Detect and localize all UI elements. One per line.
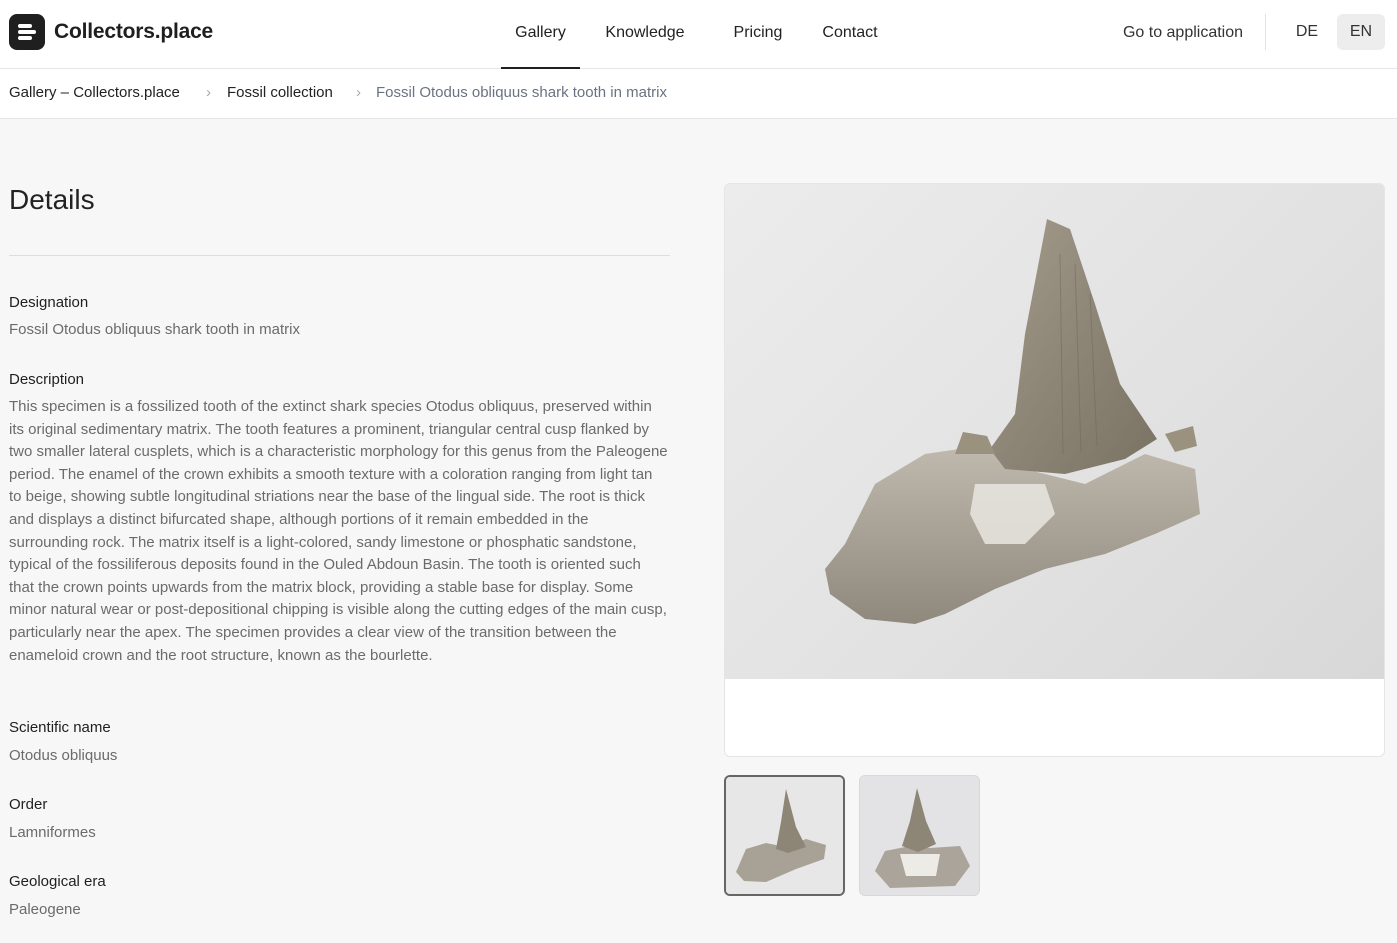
- top-header: Collectors.place Gallery Knowledge Prici…: [0, 0, 1397, 69]
- order-value: Lamniformes: [9, 824, 96, 841]
- main-image-card: [724, 183, 1385, 757]
- chevron-right-icon: ›: [356, 84, 361, 101]
- brand-name[interactable]: Collectors.place: [54, 20, 213, 44]
- breadcrumb-collection-link[interactable]: Fossil collection: [227, 84, 333, 101]
- order-label: Order: [9, 796, 48, 813]
- brand-logo-icon[interactable]: [9, 14, 45, 50]
- details-divider: [9, 255, 670, 256]
- go-to-application-link[interactable]: Go to application: [1108, 0, 1258, 69]
- scientific-name-value: Otodus obliquus: [9, 747, 118, 764]
- nav-contact[interactable]: Contact: [810, 0, 890, 69]
- nav-gallery[interactable]: Gallery: [501, 0, 580, 69]
- description-value: This specimen is a fossilized tooth of t…: [9, 398, 668, 664]
- scientific-name-label: Scientific name: [9, 719, 111, 736]
- designation-value: Fossil Otodus obliquus shark tooth in ma…: [9, 321, 300, 338]
- main-specimen-image[interactable]: [725, 184, 1384, 679]
- geological-era-label: Geological era: [9, 873, 106, 890]
- thumbnail-2[interactable]: [859, 775, 980, 896]
- chevron-right-icon: ›: [206, 84, 211, 101]
- nav-pricing[interactable]: Pricing: [720, 0, 796, 69]
- header-divider: [1265, 14, 1266, 50]
- breadcrumb-current-page: Fossil Otodus obliquus shark tooth in ma…: [376, 84, 667, 101]
- thumbnail-1[interactable]: [724, 775, 845, 896]
- geological-era-value: Paleogene: [9, 901, 81, 918]
- nav-knowledge[interactable]: Knowledge: [593, 0, 697, 69]
- description-label: Description: [9, 371, 85, 388]
- language-de-button[interactable]: DE: [1283, 14, 1331, 50]
- breadcrumb: Gallery – Collectors.place › Fossil coll…: [0, 69, 1397, 119]
- language-en-button[interactable]: EN: [1337, 14, 1385, 50]
- details-heading: Details: [9, 184, 95, 215]
- breadcrumb-gallery-link[interactable]: Gallery – Collectors.place: [9, 84, 180, 101]
- designation-label: Designation: [9, 294, 89, 311]
